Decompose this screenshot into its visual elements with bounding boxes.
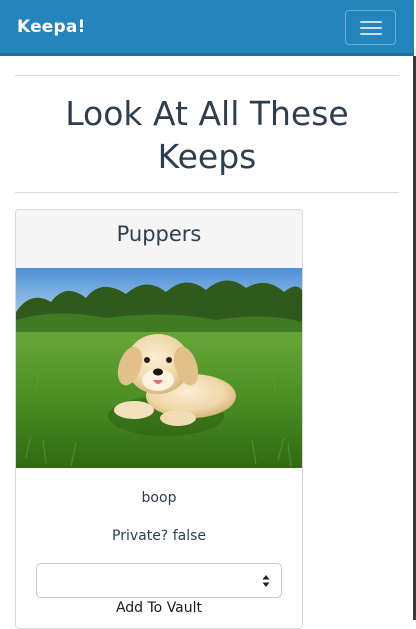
divider-bottom (15, 192, 399, 193)
keep-private-status: Private? false (112, 528, 206, 544)
add-to-vault-button[interactable]: Add To Vault (16, 600, 302, 616)
divider-top (15, 75, 399, 76)
keep-card: Puppers boop Private? false Add To Vault (15, 209, 303, 629)
keep-card-header: Puppers (16, 210, 302, 268)
navbar: Keepa! (0, 0, 414, 56)
keep-image (16, 268, 302, 468)
navbar-brand[interactable]: Keepa! (17, 17, 86, 37)
select-arrows-icon (262, 575, 270, 587)
page-title: Look At All These Keeps (65, 94, 349, 176)
keep-description: boop (141, 490, 177, 506)
keep-title: Puppers (116, 222, 202, 246)
vault-select[interactable] (36, 563, 282, 598)
menu-toggle-button[interactable] (345, 10, 396, 45)
